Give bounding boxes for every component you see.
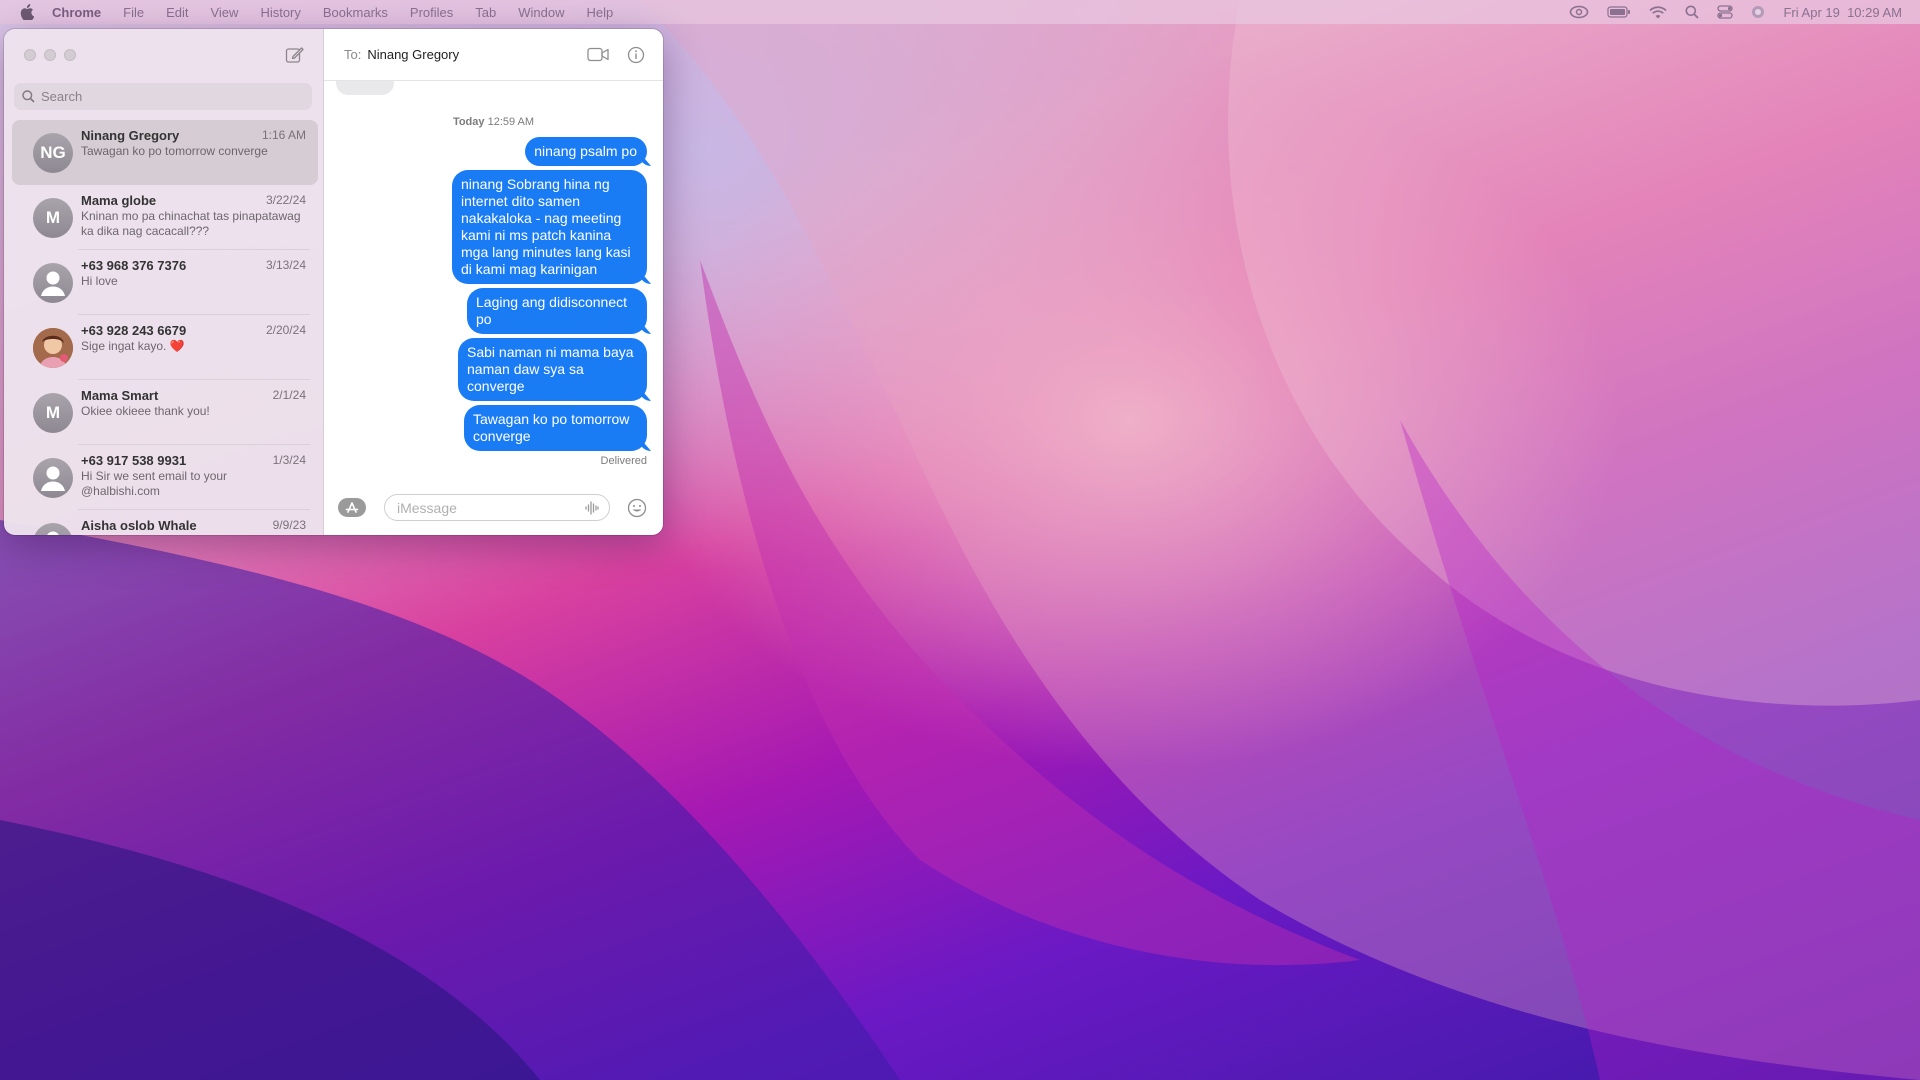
window-controls <box>24 49 76 61</box>
person-icon <box>47 531 59 535</box>
conversation-item[interactable]: +63 928 243 6679 2/20/24 Sige ingat kayo… <box>12 315 318 380</box>
apple-icon[interactable] <box>20 4 34 20</box>
minimize-window-button[interactable] <box>44 49 56 61</box>
avatar: M <box>33 198 73 238</box>
conversation-preview: Okiee okieee thank you! <box>81 404 210 418</box>
app-store-icon <box>345 501 359 513</box>
conversation-name: +63 917 538 9931 <box>81 453 187 468</box>
conversation-preview: Hi Sir we sent email to your @halbishi.c… <box>81 469 228 498</box>
menu-file[interactable]: File <box>123 5 144 20</box>
conversation-name: Aisha oslob Whale <box>81 518 197 533</box>
timestamp-day: Today <box>452 116 485 128</box>
avatar <box>33 328 73 368</box>
creative-cloud-icon[interactable] <box>1569 5 1589 19</box>
person-icon <box>41 466 65 491</box>
search-input[interactable] <box>41 89 291 104</box>
menu-edit[interactable]: Edit <box>166 5 188 20</box>
previous-message-bubble <box>336 81 394 95</box>
conversation-preview: Hi love <box>81 274 118 288</box>
battery-icon[interactable] <box>1607 6 1631 18</box>
conversation-date: 9/9/23 <box>272 518 306 532</box>
menu-view[interactable]: View <box>210 5 238 20</box>
zoom-window-button[interactable] <box>64 49 76 61</box>
conversation-name: Ninang Gregory <box>81 128 180 143</box>
close-window-button[interactable] <box>24 49 36 61</box>
message-input[interactable] <box>384 494 610 521</box>
message-composer <box>324 491 663 527</box>
emoji-icon[interactable] <box>627 498 647 518</box>
conversation-name: Mama Smart <box>81 388 159 403</box>
conversation-item[interactable]: +63 917 538 9931 1/3/24 Hi Sir we sent e… <box>12 445 318 510</box>
conversation-date: 1/3/24 <box>272 453 306 467</box>
status-area: Fri Apr 19 10:29 AM <box>1569 0 1902 24</box>
spotlight-search-icon[interactable] <box>1685 5 1700 19</box>
menu-app-name[interactable]: Chrome <box>52 5 101 20</box>
conversation-sidebar: NG Ninang Gregory 1:16 AM Tawagan ko po … <box>4 29 324 535</box>
conversation-item[interactable]: NG Ninang Gregory 1:16 AM Tawagan ko po … <box>12 120 318 185</box>
compose-icon[interactable] <box>285 46 305 64</box>
to-label: To: <box>344 47 362 62</box>
conversation-date: 2/20/24 <box>265 323 306 337</box>
sent-message-bubble[interactable]: Sabi naman ni mama baya naman daw sya sa… <box>458 338 647 401</box>
conversation-item[interactable]: M Mama Smart 2/1/24 Okiee okieee thank y… <box>12 380 318 445</box>
menu-history[interactable]: History <box>260 5 300 20</box>
delivery-status: Delivered <box>600 455 647 467</box>
audio-message-icon[interactable] <box>584 500 600 516</box>
sent-message-bubble[interactable]: ninang psalm po <box>525 137 647 166</box>
menu-tab[interactable]: Tab <box>475 5 496 20</box>
conversation-preview: Kninan mo pa chinachat tas pinapatawag k… <box>81 209 301 238</box>
info-icon[interactable] <box>627 46 645 64</box>
conversation-date: 1:16 AM <box>261 128 306 142</box>
message-list: ninang psalm po ninang Sobrang hina ng i… <box>452 137 647 451</box>
message-timestamp: Today 12:59 AM <box>324 116 663 128</box>
sent-message-bubble[interactable]: Tawagan ko po tomorrow converge <box>464 405 647 451</box>
menu-window[interactable]: Window <box>518 5 564 20</box>
conversation-item[interactable]: +63 968 376 7376 3/13/24 Hi love <box>12 250 318 315</box>
conversation-name: Mama globe <box>81 193 157 208</box>
wifi-icon[interactable] <box>1649 5 1668 19</box>
video-call-icon[interactable] <box>587 47 609 62</box>
sent-message-bubble[interactable]: ninang Sobrang hina ng internet dito sam… <box>452 170 647 284</box>
contact-photo-icon <box>33 328 73 368</box>
conversation-preview: Sige ingat kayo. ❤️ <box>81 339 185 353</box>
conversation-date: 3/13/24 <box>265 258 306 272</box>
menu-bar-clock[interactable]: Fri Apr 19 10:29 AM <box>1783 5 1902 20</box>
conversation-item[interactable]: M Mama globe 3/22/24 Kninan mo pa chinac… <box>12 185 318 250</box>
siri-icon[interactable] <box>1751 5 1765 19</box>
conversation-list: NG Ninang Gregory 1:16 AM Tawagan ko po … <box>12 120 318 535</box>
conversation-name: +63 928 243 6679 <box>81 323 187 338</box>
conversation-date: 2/1/24 <box>272 388 306 402</box>
avatar <box>33 458 73 498</box>
recipient-name[interactable]: Ninang Gregory <box>367 47 459 62</box>
avatar <box>33 263 73 303</box>
sent-message-bubble[interactable]: Laging ang didisconnect po <box>467 288 647 334</box>
chat-pane: To: Ninang Gregory Today 12:59 AM ninang… <box>324 29 663 535</box>
control-center-icon[interactable] <box>1717 5 1734 19</box>
menu-bookmarks[interactable]: Bookmarks <box>323 5 388 20</box>
chat-header: To: Ninang Gregory <box>324 29 663 81</box>
conversation-preview: Tawagan ko po tomorrow converge <box>81 144 268 158</box>
menu-help[interactable]: Help <box>587 5 614 20</box>
search-icon <box>22 90 35 103</box>
avatar <box>33 523 73 535</box>
app-store-button[interactable] <box>338 498 366 517</box>
conversation-name: +63 968 376 7376 <box>81 258 187 273</box>
search-field[interactable] <box>14 83 312 110</box>
avatar: NG <box>33 133 73 173</box>
avatar: M <box>33 393 73 433</box>
menu-bar: Chrome File Edit View History Bookmarks … <box>0 0 1920 24</box>
conversation-date: 3/22/24 <box>265 193 306 207</box>
timestamp-time: 12:59 AM <box>487 116 535 128</box>
menu-profiles[interactable]: Profiles <box>410 5 453 20</box>
person-icon <box>41 271 65 296</box>
conversation-item[interactable]: Aisha oslob Whale 9/9/23 <box>12 510 318 535</box>
messages-window: NG Ninang Gregory 1:16 AM Tawagan ko po … <box>4 29 663 535</box>
